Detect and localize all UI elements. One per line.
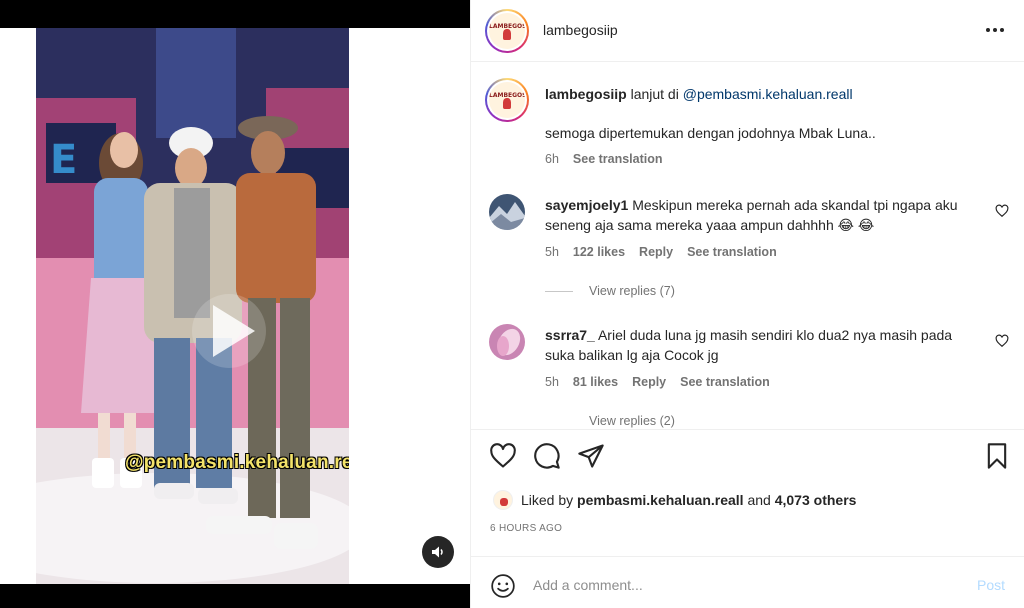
- comment-like-heart-icon[interactable]: [995, 204, 1009, 218]
- comment-reply-button[interactable]: Reply: [639, 245, 673, 259]
- post-timestamp[interactable]: 6 HOURS AGO: [490, 523, 562, 534]
- caption-prefix: lanjut di: [630, 86, 679, 102]
- media-letterbox-bottom: [0, 584, 470, 608]
- comment-time[interactable]: 5h: [545, 245, 559, 259]
- liked-by-avatar[interactable]: [493, 490, 513, 510]
- author-avatar[interactable]: LAMBEGOSIIP: [485, 9, 529, 53]
- liked-by-others-link[interactable]: 4,073 others: [775, 492, 857, 508]
- view-replies-label: View replies (7): [589, 284, 675, 298]
- liked-by-row: Liked by pembasmi.kehaluan.reall and 4,0…: [493, 490, 856, 510]
- comment-reply-button[interactable]: Reply: [632, 375, 666, 389]
- comment-text: Ariel duda luna jg masih sendiri klo dua…: [545, 327, 953, 363]
- comment-likes[interactable]: 122 likes: [573, 245, 625, 259]
- comment-avatar[interactable]: [489, 194, 525, 230]
- emoji-icon[interactable]: [490, 573, 516, 599]
- bookmark-icon[interactable]: [983, 442, 1011, 470]
- heart-icon[interactable]: [489, 442, 517, 470]
- caption-mention-link[interactable]: @pembasmi.kehaluan.reall: [683, 86, 853, 102]
- more-horizontal-icon[interactable]: [983, 20, 1007, 40]
- video-player[interactable]: E @pembasmi.kehaluan.re: [36, 28, 349, 584]
- comment-likes[interactable]: 81 likes: [573, 375, 618, 389]
- comments-list[interactable]: LAMBEGOSIIP lambegosiip lanjut di @pemba…: [471, 63, 1024, 429]
- svg-text:E: E: [50, 137, 77, 183]
- post-comment-button[interactable]: Post: [977, 577, 1005, 593]
- media-pane: E @pembasmi.kehaluan.re: [0, 0, 470, 608]
- post-actions-bar: [471, 429, 1024, 485]
- comment-like-heart-icon[interactable]: [995, 334, 1009, 348]
- comment-see-translation[interactable]: See translation: [680, 375, 770, 389]
- header-username[interactable]: lambegosiip: [543, 22, 618, 38]
- add-comment-bar: Post: [471, 556, 1024, 608]
- caption-time[interactable]: 6h: [545, 152, 559, 166]
- media-letterbox-top: [0, 0, 470, 28]
- caption-username[interactable]: lambegosiip: [545, 86, 627, 102]
- liked-by-middle: and: [747, 492, 771, 508]
- caption-avatar[interactable]: LAMBEGOSIIP: [485, 78, 529, 122]
- comment-icon[interactable]: [533, 442, 561, 470]
- view-replies-label: View replies (2): [589, 414, 675, 428]
- comment-input[interactable]: [533, 573, 953, 597]
- caption-meta: 6h See translation: [545, 152, 663, 166]
- video-still: E: [36, 28, 349, 584]
- comment-see-translation[interactable]: See translation: [687, 245, 777, 259]
- view-replies-button[interactable]: View replies (7): [545, 284, 675, 298]
- post-header: LAMBEGOSIIP lambegosiip: [471, 0, 1024, 62]
- comment-meta: 5h 122 likes Reply See translation: [545, 245, 777, 259]
- view-replies-button[interactable]: View replies (2): [545, 414, 675, 428]
- post-side-panel: LAMBEGOSIIP lambegosiip LAMBEGOSIIP lamb…: [470, 0, 1024, 608]
- comment-text-block: ssrra7_ Ariel duda luna jg masih sendiri…: [545, 325, 985, 365]
- caption-see-translation[interactable]: See translation: [573, 152, 663, 166]
- comment-username[interactable]: ssrra7_: [545, 327, 595, 343]
- volume-icon[interactable]: [422, 536, 454, 568]
- comment-meta: 5h 81 likes Reply See translation: [545, 375, 770, 389]
- video-watermark: @pembasmi.kehaluan.reall: [125, 452, 349, 473]
- play-icon[interactable]: [192, 294, 266, 368]
- caption-line: lambegosiip lanjut di @pembasmi.kehaluan…: [545, 86, 853, 102]
- comment-time[interactable]: 5h: [545, 375, 559, 389]
- liked-by-prefix: Liked by: [521, 492, 574, 508]
- liked-by-user-link[interactable]: pembasmi.kehaluan.reall: [577, 492, 744, 508]
- comment-text-block: sayemjoely1 Meskipun mereka pernah ada s…: [545, 195, 985, 235]
- comment-username[interactable]: sayemjoely1: [545, 197, 628, 213]
- caption-text: semoga dipertemukan dengan jodohnya Mbak…: [545, 125, 876, 141]
- send-icon[interactable]: [577, 442, 605, 470]
- comment-avatar[interactable]: [489, 324, 525, 360]
